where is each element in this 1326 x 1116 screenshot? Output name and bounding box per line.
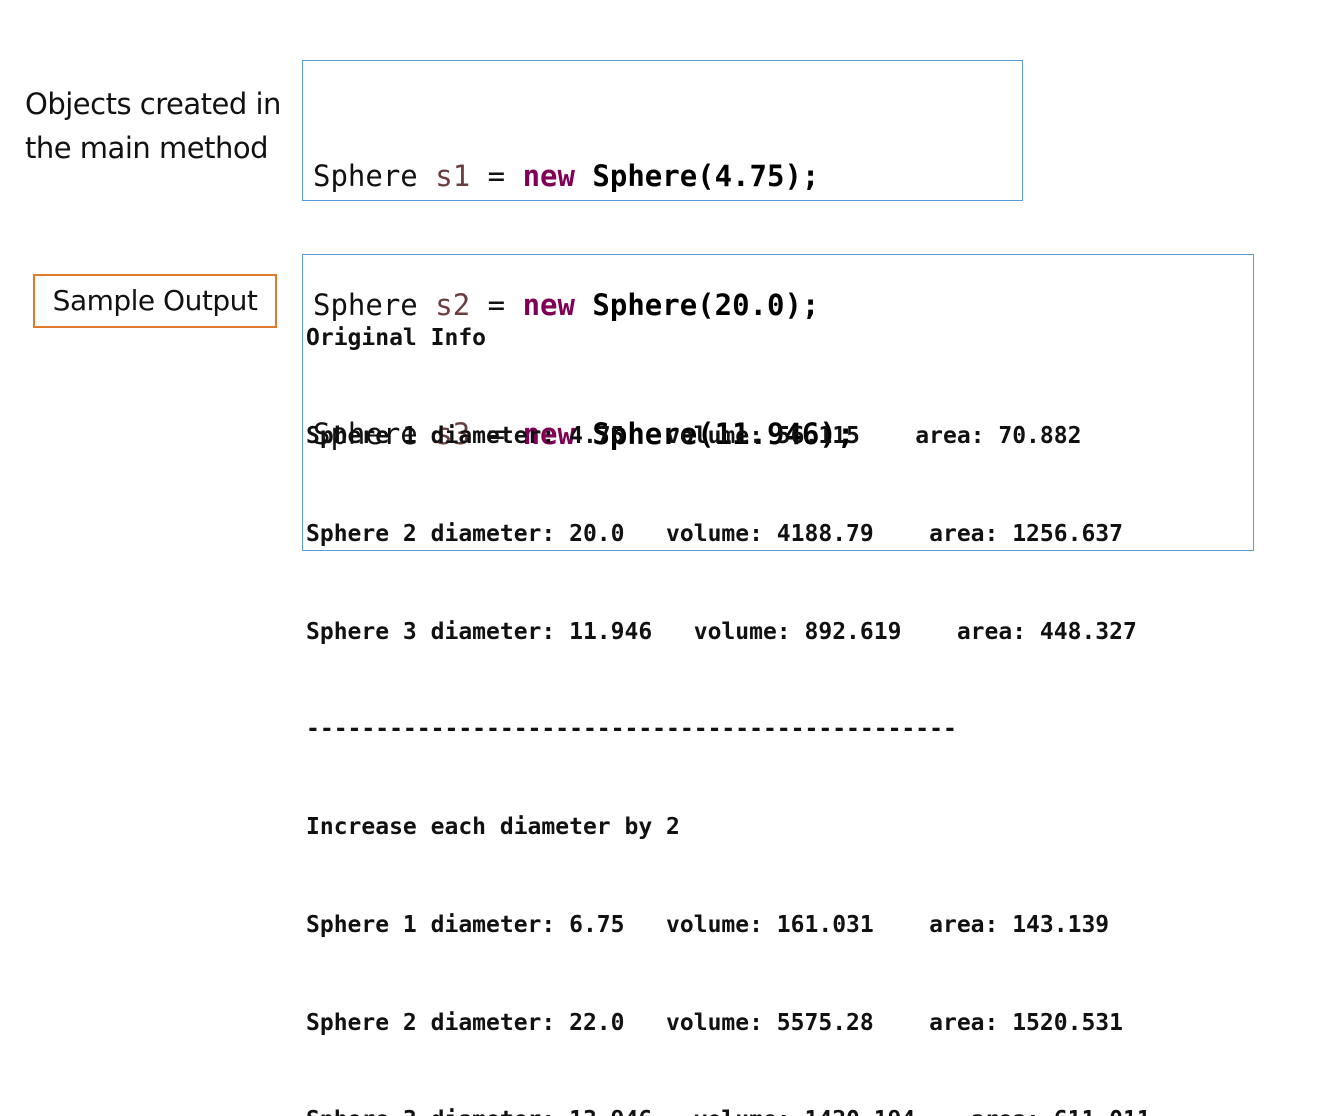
- code-keyword: new: [522, 159, 575, 193]
- objects-label: Objects created in the main method: [25, 82, 300, 170]
- output-heading-original: Original Info: [306, 325, 487, 352]
- output-line: Sphere 1 diameter: 6.75 volume: 161.031 …: [306, 911, 1110, 938]
- output-separator: ----------------------------------------…: [306, 716, 957, 743]
- code-line-1: Sphere s1 = new Sphere(4.75);: [313, 155, 1022, 198]
- output-line: Sphere 2 diameter: 22.0 volume: 5575.28 …: [306, 1009, 1123, 1036]
- output-line: Sphere 2 diameter: 20.0 volume: 4188.79 …: [306, 520, 1123, 547]
- code-box: Sphere s1 = new Sphere(4.75); Sphere s2 …: [302, 60, 1023, 451]
- output-line: Sphere 3 diameter: 11.946 volume: 892.61…: [306, 618, 1137, 645]
- objects-label-line2: the main method: [25, 131, 268, 165]
- code-constructor: Sphere(4.75);: [592, 159, 820, 193]
- sample-output-label: Sample Output: [33, 274, 277, 328]
- code-operator: =: [487, 159, 506, 193]
- output-heading-increase: Increase each diameter by 2: [306, 814, 680, 841]
- objects-label-line1: Objects created in: [25, 87, 281, 121]
- output-line: Sphere 1 diameter: 4.75 volume: 56.115 a…: [306, 422, 1082, 449]
- code-variable: s1: [435, 159, 471, 193]
- console-output: Original Info Sphere 1 diameter: 4.75 vo…: [302, 254, 1254, 1116]
- code-type: Sphere: [313, 159, 418, 193]
- output-line: Sphere 3 diameter: 13.946 volume: 1420.1…: [306, 1104, 1253, 1116]
